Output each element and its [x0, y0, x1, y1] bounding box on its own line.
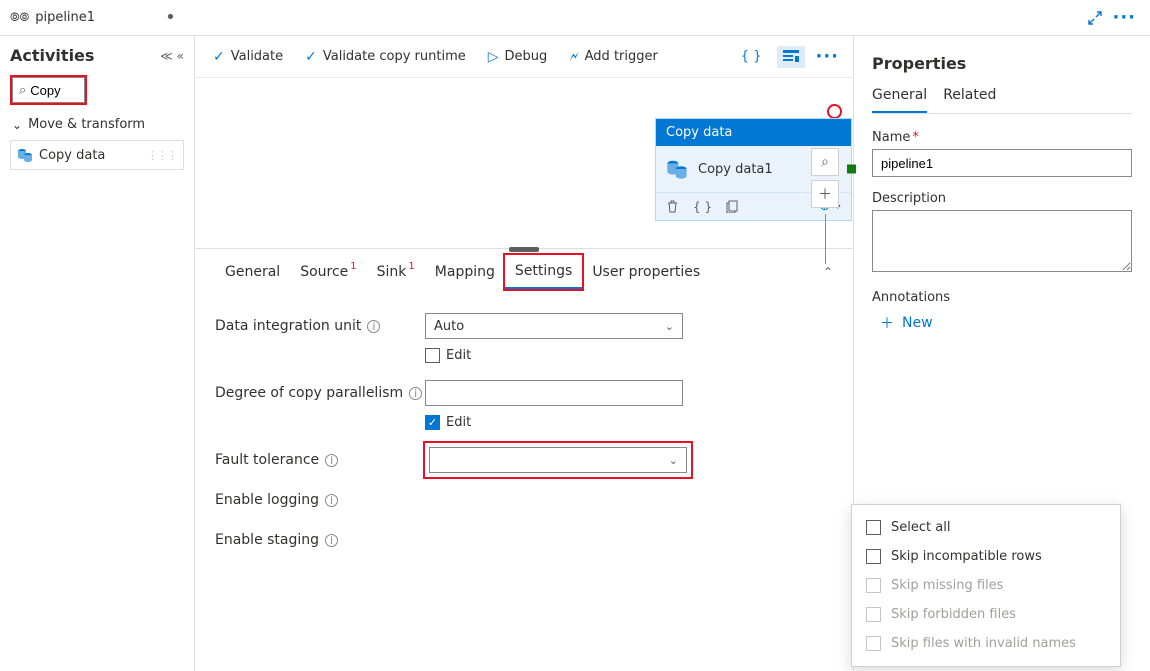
check-icon: ✓: [305, 49, 317, 65]
checkbox: [866, 607, 881, 622]
top-bar: ⦾⦾ pipeline1 • ···: [0, 0, 1150, 36]
dd-select-all[interactable]: Select all: [852, 513, 1120, 542]
validate-runtime-button[interactable]: ✓ Validate copy runtime: [305, 49, 466, 65]
pipeline-toolbar: ✓ Validate ✓ Validate copy runtime ▷ Deb…: [195, 36, 853, 78]
fault-tolerance-dropdown: Select all Skip incompatible rows Skip m…: [851, 504, 1121, 667]
toolbar-more-icon[interactable]: ···: [815, 46, 839, 67]
play-icon: ▷: [488, 49, 499, 65]
database-icon: [17, 147, 33, 163]
checkbox: [866, 636, 881, 651]
degree-label: Degree of copy parallelism: [215, 385, 403, 401]
info-icon[interactable]: i: [409, 387, 422, 400]
info-icon[interactable]: i: [325, 494, 338, 507]
check-icon: ✓: [213, 49, 225, 65]
code-view-button[interactable]: { }: [735, 45, 768, 68]
diu-label: Data integration unit: [215, 318, 361, 334]
debug-button[interactable]: ▷ Debug: [488, 49, 548, 65]
description-textarea[interactable]: [872, 210, 1132, 272]
settings-form: Data integration unit i Auto ⌄ Edit Degr…: [195, 294, 853, 576]
collapse-panel-icon[interactable]: ⌃: [823, 265, 833, 279]
drag-handle-icon[interactable]: ⋮⋮⋮: [147, 149, 177, 162]
annotations-label: Annotations: [872, 290, 1132, 305]
tab-user-properties[interactable]: User properties: [582, 256, 710, 288]
checkbox: [866, 578, 881, 593]
enable-logging-label: Enable logging: [215, 492, 319, 508]
info-icon[interactable]: i: [367, 320, 380, 333]
prop-tab-general[interactable]: General: [872, 87, 927, 113]
pipeline-canvas[interactable]: Copy data Copy data1 { } ⊕→: [195, 78, 853, 248]
degree-edit-checkbox[interactable]: ✓: [425, 415, 440, 430]
activities-title: Activities: [10, 46, 94, 65]
panel-resize-handle[interactable]: [509, 247, 539, 252]
validate-button[interactable]: ✓ Validate: [213, 49, 283, 65]
tab-sink[interactable]: Sink1: [367, 256, 425, 288]
database-icon: [666, 158, 688, 180]
chevron-down-icon: ⌄: [669, 454, 678, 467]
properties-toggle-button[interactable]: [777, 46, 805, 68]
checkbox[interactable]: [866, 549, 881, 564]
dd-skip-missing: Skip missing files: [852, 571, 1120, 600]
tab-mapping[interactable]: Mapping: [425, 256, 505, 288]
properties-title: Properties: [872, 54, 1132, 73]
node-name: Copy data1: [698, 162, 773, 177]
code-icon[interactable]: { }: [693, 200, 712, 214]
node-header: Copy data: [656, 119, 851, 146]
edit-label: Edit: [446, 348, 471, 363]
name-label: Name: [872, 130, 910, 145]
dd-skip-invalid: Skip files with invalid names: [852, 629, 1120, 658]
pipeline-name-input[interactable]: [872, 149, 1132, 177]
canvas-add-button[interactable]: ＋: [811, 180, 839, 208]
degree-input[interactable]: [425, 380, 683, 406]
dd-skip-forbidden: Skip forbidden files: [852, 600, 1120, 629]
add-trigger-button[interactable]: 🗲 Add trigger: [569, 49, 658, 65]
info-icon[interactable]: i: [325, 534, 338, 547]
section-move-transform[interactable]: ⌄ Move & transform: [10, 115, 184, 134]
prop-tab-related[interactable]: Related: [943, 87, 996, 113]
new-annotation-button[interactable]: ＋ New: [872, 309, 1132, 337]
dd-skip-incompatible[interactable]: Skip incompatible rows: [852, 542, 1120, 571]
checkbox[interactable]: [866, 520, 881, 535]
unsaved-indicator-icon: •: [165, 7, 176, 28]
trigger-icon: 🗲: [569, 49, 578, 65]
tab-general[interactable]: General: [215, 256, 290, 288]
activities-search-input[interactable]: [30, 83, 78, 98]
delete-icon[interactable]: [666, 200, 679, 213]
section-label: Move & transform: [28, 117, 145, 132]
info-icon[interactable]: i: [325, 454, 338, 467]
fault-tolerance-label: Fault tolerance: [215, 452, 319, 468]
zoom-slider-track[interactable]: [825, 214, 826, 264]
diu-edit-checkbox[interactable]: [425, 348, 440, 363]
copy-icon[interactable]: [726, 200, 739, 213]
activities-sidebar: Activities ≪« ⌕ ⌄ Move & transform Copy …: [0, 36, 195, 671]
more-menu-icon[interactable]: ···: [1112, 7, 1136, 28]
search-icon: ⌕: [19, 83, 26, 98]
highlight-circle: [827, 104, 842, 119]
diu-select[interactable]: Auto ⌄: [425, 313, 683, 339]
plus-icon: ＋: [880, 313, 894, 333]
pipeline-tab-name: pipeline1: [35, 10, 95, 25]
chevron-down-icon: ⌄: [665, 320, 674, 333]
node-output-port[interactable]: [847, 165, 856, 174]
tab-source[interactable]: Source1: [290, 256, 366, 288]
activity-copy-data[interactable]: Copy data ⋮⋮⋮: [10, 140, 184, 170]
activity-tabs: General Source1 Sink1 Mapping Settings U…: [195, 248, 853, 294]
pipeline-icon: ⦾⦾: [10, 10, 29, 25]
fault-tolerance-select[interactable]: ⌄: [429, 447, 687, 473]
tab-settings[interactable]: Settings: [505, 255, 582, 289]
description-label: Description: [872, 191, 1132, 206]
sidebar-collapse-icon[interactable]: ≪«: [160, 49, 184, 63]
expand-icon[interactable]: [1088, 11, 1102, 25]
chevron-down-icon: ⌄: [12, 118, 22, 132]
activity-label: Copy data: [39, 148, 105, 163]
main-panel: ✓ Validate ✓ Validate copy runtime ▷ Deb…: [195, 36, 854, 671]
enable-staging-label: Enable staging: [215, 532, 319, 548]
canvas-search-button[interactable]: ⌕: [811, 148, 839, 176]
edit-label: Edit: [446, 415, 471, 430]
